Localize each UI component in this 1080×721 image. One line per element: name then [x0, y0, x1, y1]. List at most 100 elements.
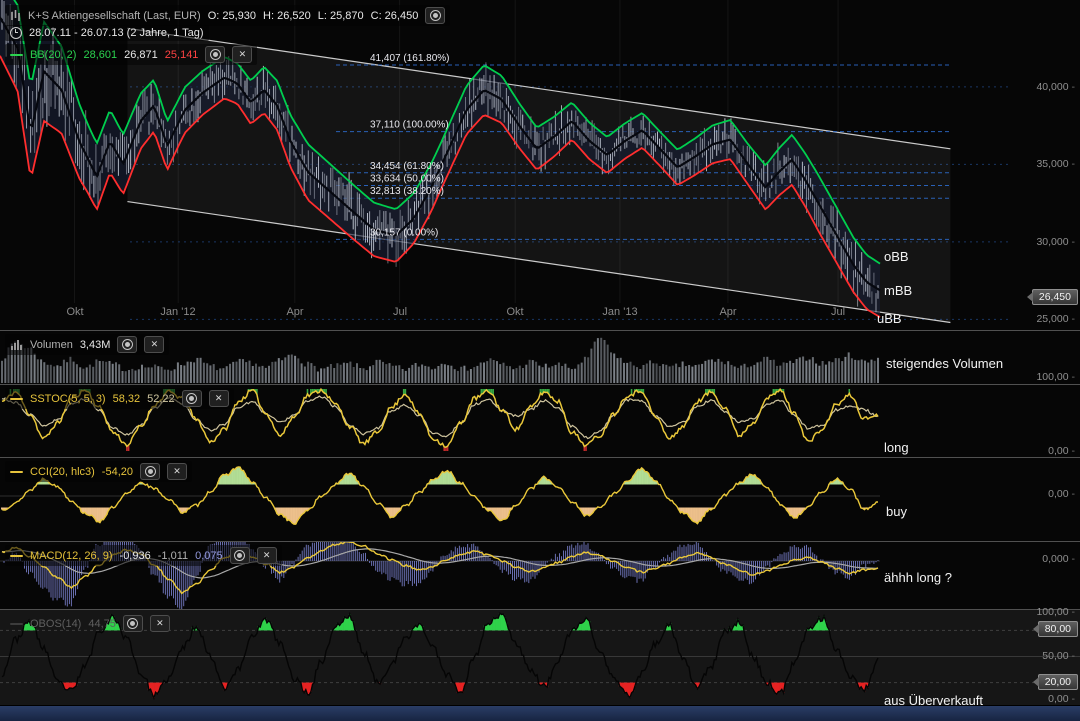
ohlc-high: H: 26,520 — [263, 9, 311, 22]
obos-level-badge: 80,00 — [1037, 621, 1078, 637]
obos-annotation[interactable]: aus Überverkauft — [884, 693, 983, 708]
cci-line-icon — [10, 470, 23, 473]
macd-close-button[interactable]: ✕ — [256, 547, 277, 564]
volume-annotation[interactable]: steigendes Volumen — [886, 356, 1003, 371]
macd-header: MACD(12, 26, 9) -0,936 -1,011 0,075 ✕ — [5, 545, 282, 566]
fib-level-label: 33,634 (50.00%) — [370, 174, 444, 185]
time-axis-label: Jan '13 — [602, 306, 638, 318]
ohlc-open: O: 25,930 — [207, 9, 257, 22]
fib-level-label: 30,157 (0.00%) — [370, 227, 438, 238]
obos-value: 44,75 — [88, 617, 116, 630]
macd-hist-value: 0,075 — [195, 549, 223, 562]
macd-name: MACD(12, 26, 9) — [30, 549, 113, 562]
macd-axis-zero: 0,000 — [1042, 553, 1075, 565]
time-axis-label: Apr — [719, 306, 737, 318]
macd-annotation[interactable]: ähhh long ? — [884, 570, 952, 585]
cci-visibility-button[interactable] — [140, 463, 160, 480]
obos-axis-label: 100,00 — [1036, 606, 1075, 618]
sstoc-name: SSTOC(5, 5, 3) — [30, 392, 106, 405]
fib-level-label: 41,407 (161.80%) — [370, 53, 450, 64]
sstoc-d-value: 52,22 — [147, 392, 175, 405]
time-axis-label: Jan '12 — [160, 306, 196, 318]
obos-close-button[interactable]: ✕ — [149, 615, 170, 632]
volume-visibility-button[interactable] — [117, 336, 138, 353]
sstoc-axis-bottom: 0,00 — [1048, 445, 1075, 457]
eye-icon — [429, 10, 441, 21]
close-icon: ✕ — [238, 49, 247, 59]
price-axis-label: 25,000 — [1036, 313, 1075, 325]
sstoc-close-button[interactable]: ✕ — [208, 390, 229, 407]
macd-value: -0,936 — [119, 549, 151, 562]
middle-band-label[interactable]: mBB — [884, 283, 912, 298]
eye-icon — [234, 550, 246, 561]
volume-header: Volumen 3,43M ✕ — [5, 334, 170, 355]
time-axis-label: Jul — [830, 306, 846, 318]
volume-name: Volumen — [30, 338, 73, 351]
upper-band-label[interactable]: oBB — [884, 249, 909, 264]
eye-icon — [121, 339, 133, 350]
last-price-badge: 26,450 — [1031, 289, 1078, 305]
cci-header: CCI(20, hlc3) -54,20 ✕ — [5, 461, 192, 482]
timeframe-label: 28.07.11 - 26.07.13 (2 Jahre, 1 Tag) — [29, 27, 204, 39]
close-icon: ✕ — [173, 466, 181, 476]
obos-visibility-button[interactable] — [122, 615, 143, 632]
sstoc-k-value: 58,32 — [112, 392, 141, 405]
obos-axis-label: 0,00 — [1048, 693, 1075, 705]
sstoc-annotation[interactable]: long — [884, 440, 909, 455]
lower-band-label[interactable]: uBB — [877, 311, 902, 326]
bb-name: BB(20, 2) — [30, 48, 77, 61]
close-icon: ✕ — [150, 339, 159, 349]
time-axis-label: Apr — [286, 306, 304, 318]
close-icon: ✕ — [156, 618, 164, 628]
macd-visibility-button[interactable] — [229, 547, 250, 564]
time-axis-label: Okt — [506, 306, 524, 318]
bb-indicator-header: BB(20, 2) 28,601 26,871 25,141 ✕ — [5, 44, 258, 65]
ohlc-close: C: 26,450 — [370, 9, 419, 22]
sstoc-axis-top: 100,00 — [1036, 371, 1075, 383]
timeframe-header: 28.07.11 - 26.07.13 (2 Jahre, 1 Tag) — [5, 25, 209, 41]
macd-signal-value: -1,011 — [157, 549, 189, 562]
cci-axis-zero: 0,00 — [1048, 488, 1075, 500]
eye-icon — [186, 393, 198, 404]
eye-icon — [144, 466, 156, 477]
fib-level-label: 32,813 (38.20%) — [370, 186, 444, 197]
cci-value: -54,20 — [101, 465, 133, 478]
instrument-title: K+S Aktiengesellschaft (Last, EUR) — [28, 9, 201, 22]
instrument-header: K+S Aktiengesellschaft (Last, EUR) O: 25… — [5, 5, 451, 26]
obos-line-icon — [10, 622, 23, 625]
time-axis-label: Okt — [66, 306, 84, 318]
bb-mid-value: 26,871 — [124, 48, 158, 61]
cci-name: CCI(20, hlc3) — [30, 465, 95, 478]
volume-bars-icon — [11, 339, 22, 350]
sstoc-visibility-button[interactable] — [181, 390, 202, 407]
time-axis-label: Jul — [392, 306, 408, 318]
close-icon: ✕ — [262, 550, 271, 560]
volume-value: 3,43M — [79, 338, 111, 351]
volume-close-button[interactable]: ✕ — [144, 336, 165, 353]
instrument-visibility-button[interactable] — [425, 7, 446, 24]
cci-close-button[interactable]: ✕ — [167, 463, 187, 480]
eye-icon — [127, 618, 139, 629]
obos-header: OBOS(14) 44,75 ✕ — [5, 613, 175, 634]
fib-level-label: 37,110 (100.00%) — [370, 120, 449, 131]
eye-icon — [209, 49, 221, 60]
bb-upper-value: 28,601 — [83, 48, 118, 61]
bb-line-icon — [10, 53, 23, 56]
macd-line-icon — [10, 554, 23, 557]
bb-lower-value: 25,141 — [164, 48, 199, 61]
price-axis-label: 40,000 — [1036, 81, 1075, 93]
fib-level-label: 34,454 (61.80%) — [370, 161, 444, 172]
obos-level-badge: 20,00 — [1037, 674, 1078, 690]
close-icon: ✕ — [214, 393, 223, 403]
ohlc-low: L: 25,870 — [317, 9, 364, 22]
price-axis-label: 30,000 — [1036, 236, 1075, 248]
obos-axis-label: 50,00 — [1042, 650, 1075, 662]
bb-close-button[interactable]: ✕ — [232, 46, 253, 63]
clock-icon — [10, 27, 22, 39]
bb-visibility-button[interactable] — [205, 46, 226, 63]
charting-app: 41,407 (161.80%) 37,110 (100.00%) 34,454 (… — [0, 0, 1080, 721]
sstoc-header: SSTOC(5, 5, 3) 58,32 52,22 ✕ — [5, 388, 234, 409]
cci-annotation[interactable]: buy — [886, 504, 907, 519]
sstoc-line-icon — [10, 397, 23, 400]
candlestick-icon — [11, 10, 20, 21]
